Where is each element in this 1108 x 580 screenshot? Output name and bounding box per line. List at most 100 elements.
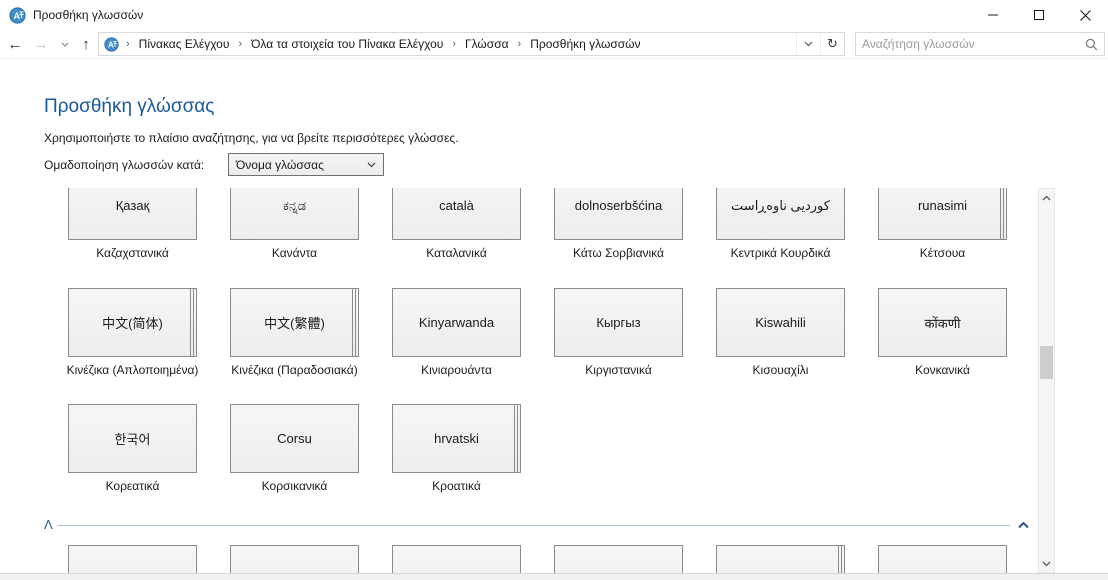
language-tile-label: Κροατικά [432, 479, 481, 493]
breadcrumb-item[interactable]: Γλώσσα [463, 37, 511, 51]
breadcrumb-item[interactable]: Όλα τα στοιχεία του Πίνακα Ελέγχου [249, 37, 445, 51]
title-bar: A Προσθήκη γλωσσών [0, 0, 1108, 30]
back-button[interactable]: ← [0, 30, 30, 58]
minimize-icon [988, 14, 998, 16]
up-button[interactable]: ↑ [74, 30, 98, 58]
maximize-icon [1034, 10, 1044, 20]
language-tile-native-name: ಕನ್ನಡ [282, 197, 307, 213]
svg-text:A: A [108, 40, 114, 49]
language-tile-native-name: dolnoserbšćina [574, 198, 663, 213]
language-tile[interactable]: كوردیی ناوه‌ڕاست [716, 188, 845, 240]
collapse-group-button[interactable] [1012, 517, 1034, 533]
language-grid: Λ Қазақ Καζαχστανικά ಕನ್ನಡ Κανάντα català Κατ… [0, 188, 1038, 573]
breadcrumb-separator-icon: › [517, 38, 522, 50]
language-tile-native-name: Kiswahili [755, 315, 806, 330]
language-tile[interactable] [716, 545, 845, 573]
language-location-icon: A [104, 36, 119, 52]
language-tile[interactable]: ಕನ್ನಡ [230, 188, 359, 240]
language-app-icon: A [9, 6, 26, 24]
language-tile[interactable]: Corsu [230, 404, 359, 473]
language-tile[interactable] [230, 545, 359, 573]
close-icon [1079, 9, 1091, 21]
maximize-button[interactable] [1016, 0, 1062, 30]
language-tile-native-name: Кыргыз [596, 315, 641, 330]
language-tile[interactable]: català [392, 188, 521, 240]
language-tile[interactable]: 中文(繁體) [230, 288, 359, 357]
language-tile[interactable]: Kiswahili [716, 288, 845, 357]
language-tile-label: Κινιαρουάντα [421, 363, 492, 377]
language-tile-label: Κάτω Σορβιανικά [573, 246, 664, 260]
breadcrumb-separator-icon: › [238, 38, 243, 50]
language-tile-label: Κανάντα [271, 246, 318, 260]
forward-icon: → [33, 35, 49, 53]
search-button[interactable] [1078, 38, 1104, 51]
scroll-down-button[interactable] [1039, 555, 1054, 572]
language-tile[interactable]: runasimi [878, 188, 1007, 240]
back-icon: ← [7, 35, 23, 53]
language-tile[interactable]: dolnoserbšćina [554, 188, 683, 240]
page-title: Προσθήκη γλώσσας [44, 96, 215, 117]
language-tile[interactable] [392, 545, 521, 573]
language-tile[interactable]: 中文(简体) [68, 288, 197, 357]
chevron-up-icon [1042, 195, 1051, 200]
window-controls [970, 0, 1108, 30]
group-divider [58, 525, 1010, 526]
language-tile-label: Κιργιστανικά [585, 363, 652, 377]
language-tile[interactable] [68, 545, 197, 573]
group-by-dropdown[interactable]: Όνομα γλώσσας [228, 153, 384, 176]
language-tile[interactable] [878, 545, 1007, 573]
language-tile-label: Κέτσουα [919, 246, 966, 260]
scroll-up-button[interactable] [1039, 189, 1054, 206]
search-icon [1085, 38, 1097, 50]
language-tile-native-name: कोंकणी [924, 315, 961, 331]
chevron-down-icon [367, 162, 376, 167]
chevron-down-icon [1042, 561, 1051, 566]
language-tile[interactable]: Kinyarwanda [392, 288, 521, 357]
refresh-icon: ↻ [827, 36, 838, 51]
breadcrumb-separator-icon: › [452, 38, 456, 50]
language-tile[interactable]: 한국어 [68, 404, 197, 473]
language-tile-native-name: català [439, 198, 474, 213]
forward-button[interactable]: → [28, 30, 54, 58]
group-by-value: Όνομα γλώσσας [236, 157, 324, 172]
minimize-button[interactable] [970, 0, 1016, 30]
language-tile-label: Κορσικανικά [261, 479, 328, 493]
language-tile-label: Κονκανικά [915, 363, 970, 377]
scrollbar-thumb[interactable] [1040, 346, 1053, 379]
breadcrumb-item[interactable]: Πίνακας Ελέγχου [137, 37, 232, 51]
language-tile[interactable]: Кыргыз [554, 288, 683, 357]
language-tile-label: Κισουαχίλι [752, 363, 809, 377]
language-tile-native-name: كوردیی ناوه‌ڕاست [731, 197, 830, 213]
language-tile[interactable]: कोंकणी [878, 288, 1007, 357]
language-tile-native-name: 中文(繁體) [264, 316, 325, 331]
search-box [855, 32, 1105, 56]
language-tile-native-name: 中文(简体) [102, 316, 163, 331]
language-tile-label: Κινέζικα (Απλοποιημένα) [66, 363, 199, 377]
language-tile-label: Κεντρικά Κουρδικά [730, 246, 831, 260]
chevron-down-icon [804, 41, 813, 47]
language-tile-native-name: Kinyarwanda [418, 315, 495, 330]
up-icon: ↑ [82, 35, 90, 53]
close-button[interactable] [1062, 0, 1108, 30]
recent-pages-button[interactable] [56, 30, 74, 58]
breadcrumb-item[interactable]: Προσθήκη γλωσσών [528, 37, 642, 51]
language-tile[interactable] [554, 545, 683, 573]
language-tile-label: Κορεατικά [105, 479, 160, 493]
address-bar[interactable]: A › Πίνακας Ελέγχου › Όλα τα στοιχεία του Π… [98, 32, 845, 56]
chevron-down-icon [61, 42, 69, 47]
refresh-button[interactable]: ↻ [820, 33, 844, 55]
address-dropdown-button[interactable] [796, 33, 820, 55]
page-subtitle: Χρησιμοποιήστε το πλαίσιο αναζήτησης, γι… [44, 131, 459, 145]
language-tile-native-name: Қазақ [115, 198, 150, 213]
language-tile-native-name: 한국어 [114, 432, 151, 447]
search-input[interactable] [856, 37, 1078, 51]
window-bottom-strip [0, 573, 1108, 580]
vertical-scrollbar[interactable] [1038, 188, 1055, 573]
language-tile[interactable]: Қазақ [68, 188, 197, 240]
chevron-up-icon [1017, 521, 1029, 528]
group-by-label: Ομαδοποίηση γλωσσών κατά: [44, 158, 205, 172]
language-tile-label: Καταλανικά [426, 246, 487, 260]
language-tile-label: Κινέζικα (Παραδοσιακά) [231, 363, 358, 377]
language-tile[interactable]: hrvatski [392, 404, 521, 473]
group-divider-symbol: Λ [44, 517, 53, 532]
